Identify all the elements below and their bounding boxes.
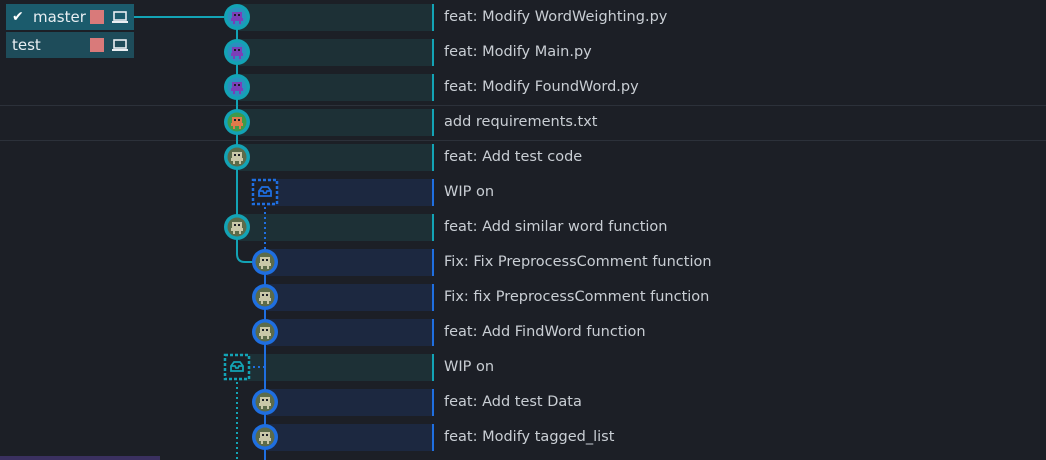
author-avatar-icon	[90, 10, 104, 24]
branch-color-bar	[432, 389, 434, 416]
branch-label-test[interactable]: test	[6, 32, 134, 58]
commit-message: feat: Add FindWord function	[444, 324, 646, 340]
branch-color-bar	[432, 354, 434, 381]
commit-row[interactable]: feat: Modify tagged_list	[0, 420, 1046, 455]
commit-message: feat: Modify WordWeighting.py	[444, 9, 668, 25]
commit-message: feat: Add test Data	[444, 394, 582, 410]
branch-name: test	[12, 36, 41, 54]
commit-row[interactable]: Fix: fix PreprocessComment function	[0, 280, 1046, 315]
branch-color-bar	[432, 179, 434, 206]
commit-row[interactable]: Fix: Fix PreprocessComment function	[0, 245, 1046, 280]
commit-row-highlight	[267, 284, 432, 311]
commit-row-highlight	[267, 424, 432, 451]
branch-color-bar	[432, 109, 434, 136]
commit-message: feat: Modify tagged_list	[444, 429, 615, 445]
branch-name: master	[33, 8, 86, 26]
branch-panel: ✔ master test	[6, 4, 134, 60]
commit-row[interactable]: feat: Modify WordWeighting.py	[0, 0, 1046, 35]
branch-color-bar	[432, 319, 434, 346]
commit-row[interactable]: feat: Add FindWord function	[0, 315, 1046, 350]
commit-row-highlight	[267, 389, 432, 416]
laptop-icon	[112, 39, 128, 51]
laptop-icon	[112, 11, 128, 23]
branch-color-bar	[432, 284, 434, 311]
commit-row-highlight	[239, 39, 432, 66]
branch-color-bar	[432, 214, 434, 241]
commit-row-highlight	[267, 179, 432, 206]
author-avatar-icon	[90, 38, 104, 52]
commit-message: WIP on	[444, 359, 495, 375]
commit-row[interactable]: feat: Add similar word function	[0, 210, 1046, 245]
commit-message: WIP on	[444, 184, 495, 200]
commit-message: feat: Add similar word function	[444, 219, 668, 235]
commit-row-highlight	[239, 109, 432, 136]
row-separator	[0, 140, 1046, 141]
commit-row-highlight	[267, 249, 432, 276]
commit-row-highlight	[239, 354, 432, 381]
checkmark-icon: ✔	[12, 9, 24, 25]
commit-row-highlight	[239, 144, 432, 171]
branch-color-bar	[432, 424, 434, 451]
commit-row-highlight	[267, 319, 432, 346]
commit-row[interactable]: WIP on	[0, 175, 1046, 210]
branch-label-master[interactable]: ✔ master	[6, 4, 134, 30]
commit-row-highlight	[239, 214, 432, 241]
branch-color-bar	[432, 249, 434, 276]
commit-row[interactable]: WIP on	[0, 350, 1046, 385]
commit-row[interactable]: feat: Modify Main.py	[0, 35, 1046, 70]
scroll-indicator	[0, 456, 160, 460]
commit-message: Fix: fix PreprocessComment function	[444, 289, 710, 305]
commit-message: feat: Modify FoundWord.py	[444, 79, 639, 95]
commit-message: add requirements.txt	[444, 114, 598, 130]
commit-row[interactable]: feat: Modify FoundWord.py	[0, 70, 1046, 105]
commit-message: Fix: Fix PreprocessComment function	[444, 254, 712, 270]
commit-row[interactable]: feat: Add test code	[0, 140, 1046, 175]
row-separator	[0, 105, 1046, 106]
commit-message: feat: Modify Main.py	[444, 44, 592, 60]
commit-row[interactable]: add requirements.txt	[0, 105, 1046, 140]
commit-row-highlight	[239, 4, 432, 31]
commit-row-highlight	[239, 74, 432, 101]
commit-row[interactable]: feat: Add test Data	[0, 385, 1046, 420]
commit-message: feat: Add test code	[444, 149, 583, 165]
branch-color-bar	[432, 144, 434, 171]
branch-color-bar	[432, 4, 434, 31]
branch-color-bar	[432, 74, 434, 101]
branch-color-bar	[432, 39, 434, 66]
